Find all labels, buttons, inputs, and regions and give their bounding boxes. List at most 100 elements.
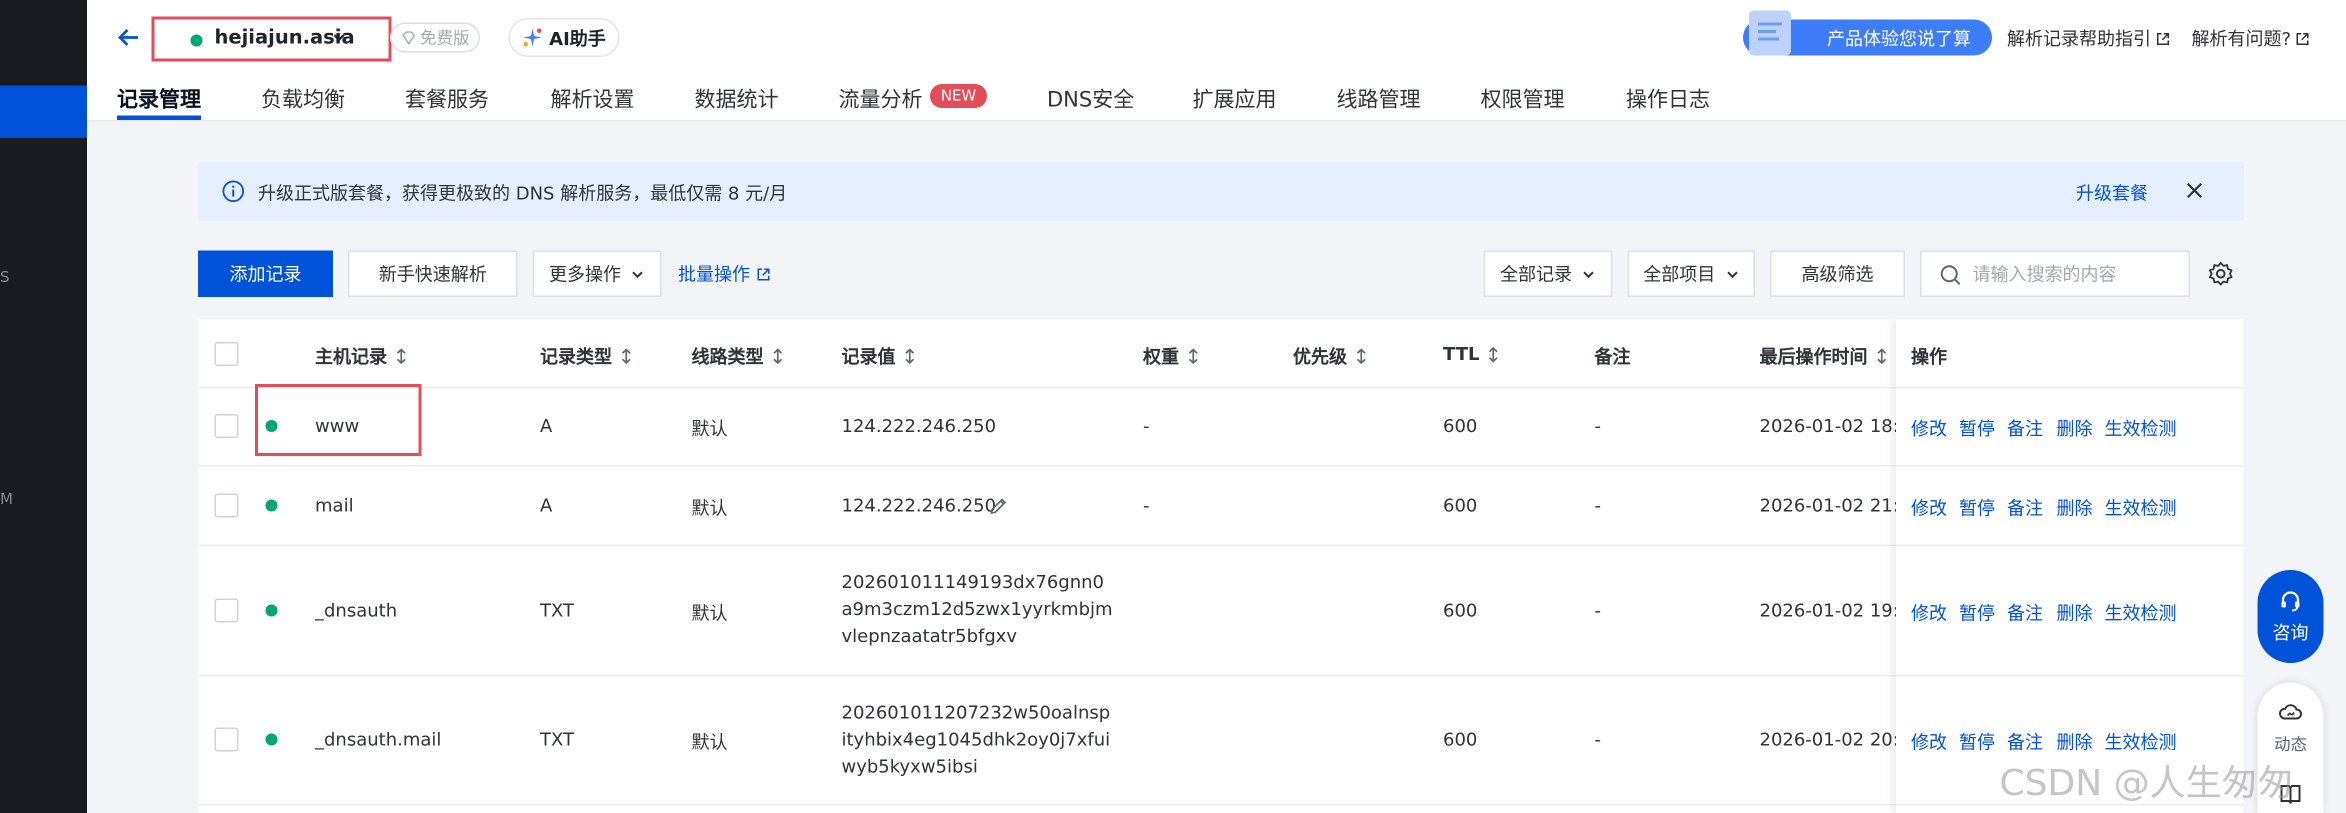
headset-icon xyxy=(2281,590,2300,611)
edit-record-link[interactable]: 修改 xyxy=(1911,495,1947,521)
tab-extensions[interactable]: 扩展应用 xyxy=(1193,84,1277,114)
activity-cloud-icon[interactable] xyxy=(2279,701,2303,725)
records-table: 主机记录 记录类型 线路类型 记录值 权重 优先级 TTL 备注 最后操作时间 … xyxy=(198,319,2244,813)
note-record-link[interactable]: 备注 xyxy=(2007,416,2043,442)
all-items-filter[interactable]: 全部项目 xyxy=(1627,250,1755,297)
cell-host: _dnsauth xyxy=(315,600,398,621)
cell-ttl: 600 xyxy=(1443,729,1478,750)
diamond-icon xyxy=(402,30,416,45)
cell-type: TXT xyxy=(540,729,575,750)
row-checkbox[interactable] xyxy=(214,727,239,752)
row-divider xyxy=(1896,465,2244,467)
ai-assistant-button[interactable]: AI助手 xyxy=(508,18,620,57)
notice-text: 升级正式版套餐，获得更极致的 DNS 解析服务，最低仅需 8 元/月 xyxy=(258,183,788,204)
sidebar-label-fragment: M xyxy=(0,492,13,509)
delete-record-link[interactable]: 删除 xyxy=(2057,495,2093,521)
column-header-value[interactable]: 记录值 xyxy=(842,344,916,370)
batch-operations-label: 批量操作 xyxy=(677,264,750,285)
pause-record-link[interactable]: 暂停 xyxy=(1959,600,1995,626)
tab-operation-log[interactable]: 操作日志 xyxy=(1626,84,1710,114)
check-effect-link[interactable]: 生效检测 xyxy=(2105,729,2177,755)
column-header-weight[interactable]: 权重 xyxy=(1143,344,1199,370)
add-record-button[interactable]: 添加记录 xyxy=(198,250,333,297)
delete-record-link[interactable]: 删除 xyxy=(2057,416,2093,442)
back-arrow-icon[interactable] xyxy=(114,23,144,53)
edit-record-link[interactable]: 修改 xyxy=(1911,416,1947,442)
tab-permissions[interactable]: 权限管理 xyxy=(1481,84,1565,114)
check-effect-link[interactable]: 生效检测 xyxy=(2105,495,2177,521)
feedback-promo-button[interactable]: 产品体验您说了算 xyxy=(1743,10,1992,56)
tab-statistics[interactable]: 数据统计 xyxy=(695,84,779,114)
pause-record-link[interactable]: 暂停 xyxy=(1959,416,1995,442)
advanced-filter-button[interactable]: 高级筛选 xyxy=(1770,250,1905,297)
pause-record-link[interactable]: 暂停 xyxy=(1959,729,1995,755)
check-effect-link[interactable]: 生效检测 xyxy=(2105,600,2177,626)
document-icon xyxy=(1749,10,1791,56)
tab-dns-security[interactable]: DNS安全 xyxy=(1047,84,1134,114)
consult-label: 咨询 xyxy=(2272,621,2309,643)
edit-pencil-icon[interactable] xyxy=(989,497,1009,517)
plan-badge[interactable]: 免费版 xyxy=(390,22,480,53)
delete-record-link[interactable]: 删除 xyxy=(2057,729,2093,755)
tab-parse-settings[interactable]: 解析设置 xyxy=(551,84,635,114)
delete-record-link[interactable]: 删除 xyxy=(2057,600,2093,626)
domain-selector[interactable]: hejiajun.asia xyxy=(151,16,392,62)
row-checkbox[interactable] xyxy=(214,598,239,623)
search-input[interactable] xyxy=(1972,259,2177,290)
tab-plan-service[interactable]: 套餐服务 xyxy=(405,84,489,114)
note-record-link[interactable]: 备注 xyxy=(2007,495,2043,521)
sort-icon xyxy=(1489,346,1499,362)
tab-line-management[interactable]: 线路管理 xyxy=(1337,84,1421,114)
column-header-ttl[interactable]: TTL xyxy=(1443,344,1499,365)
row-divider xyxy=(1896,544,2244,546)
csdn-watermark: CSDN @人生匆匆 xyxy=(1999,762,2294,804)
column-header-type[interactable]: 记录类型 xyxy=(540,344,632,370)
quick-parse-label: 新手快速解析 xyxy=(378,264,487,285)
edit-record-link[interactable]: 修改 xyxy=(1911,600,1947,626)
batch-operations-link[interactable]: 批量操作 xyxy=(671,251,779,298)
sidebar-label-fragment: S xyxy=(0,270,10,287)
record-status-dot xyxy=(265,733,278,746)
tab-traffic-analysis[interactable]: 流量分析 xyxy=(839,84,923,114)
cell-value: 202601011149193dx76gnn0a9m3czm12d5zwx1yy… xyxy=(841,571,1113,647)
note-record-link[interactable]: 备注 xyxy=(2007,600,2043,626)
column-header-line[interactable]: 线路类型 xyxy=(692,344,784,370)
page-header: hejiajun.asia 免费版 AI助手 产品体验您说了算 解析记录帮助指引… xyxy=(87,0,2346,122)
column-header-time[interactable]: 最后操作时间 xyxy=(1760,344,1888,370)
consult-button[interactable]: 咨询 xyxy=(2257,570,2324,663)
sort-icon xyxy=(1877,348,1887,365)
column-header-label: 记录值 xyxy=(841,346,896,368)
edit-record-link[interactable]: 修改 xyxy=(1911,729,1947,755)
cell-type: A xyxy=(540,415,553,437)
cell-note: - xyxy=(1594,415,1602,437)
ai-assistant-label: AI助手 xyxy=(549,27,606,49)
column-header-priority[interactable]: 优先级 xyxy=(1293,344,1367,370)
tab-load-balancing[interactable]: 负载均衡 xyxy=(261,84,345,114)
column-header-host[interactable]: 主机记录 xyxy=(315,344,407,370)
record-status-dot xyxy=(265,604,278,617)
upgrade-notice: 升级正式版套餐，获得更极致的 DNS 解析服务，最低仅需 8 元/月 升级套餐 xyxy=(198,162,2244,221)
pause-record-link[interactable]: 暂停 xyxy=(1959,495,1995,521)
row-checkbox[interactable] xyxy=(214,414,239,438)
upgrade-plan-link[interactable]: 升级套餐 xyxy=(2076,180,2148,206)
check-effect-link[interactable]: 生效检测 xyxy=(2105,416,2177,442)
record-help-link[interactable]: 解析记录帮助指引 xyxy=(2007,26,2171,52)
all-records-filter[interactable]: 全部记录 xyxy=(1483,250,1613,297)
ai-spark-icon xyxy=(523,28,542,47)
cell-line: 默认 xyxy=(691,732,728,753)
gear-icon[interactable] xyxy=(2208,261,2234,287)
note-record-link[interactable]: 备注 xyxy=(2007,729,2043,755)
column-header-label: 线路类型 xyxy=(691,346,764,368)
tab-record-management[interactable]: 记录管理 xyxy=(117,84,201,114)
sidebar-active-item[interactable] xyxy=(0,85,87,138)
close-icon[interactable] xyxy=(2186,182,2204,200)
select-all-checkbox[interactable] xyxy=(214,342,239,366)
quick-parse-button[interactable]: 新手快速解析 xyxy=(348,250,518,297)
row-checkbox[interactable] xyxy=(214,493,239,518)
sort-icon xyxy=(773,348,783,365)
chevron-down-icon xyxy=(1726,270,1737,278)
more-operations-dropdown[interactable]: 更多操作 xyxy=(532,250,662,297)
parse-issue-link[interactable]: 解析有问题? xyxy=(2192,26,2311,52)
promo-label: 产品体验您说了算 xyxy=(1826,27,1971,49)
plan-label: 免费版 xyxy=(420,28,470,49)
